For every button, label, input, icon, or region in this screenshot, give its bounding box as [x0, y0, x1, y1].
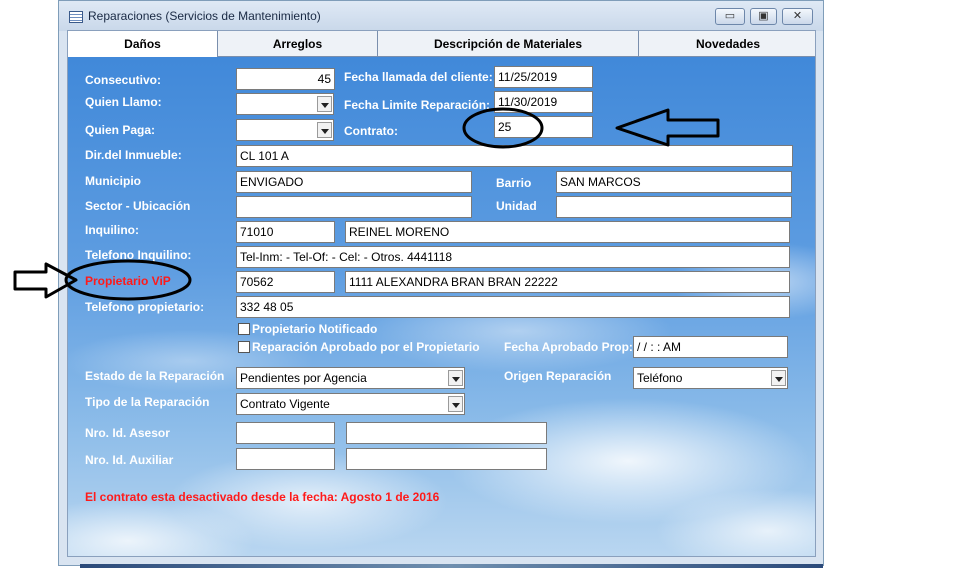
close-button[interactable]: ✕: [782, 8, 813, 25]
title-bar: Reparaciones (Servicios de Mantenimiento…: [59, 1, 823, 31]
chevron-down-icon[interactable]: [317, 122, 332, 138]
chevron-down-icon[interactable]: [771, 370, 786, 386]
contrato-field[interactable]: 25: [494, 116, 593, 138]
quien-paga-label: Quien Paga:: [85, 123, 156, 137]
telefono-inquilino-field[interactable]: Tel-Inm: - Tel-Of: - Cel: - Otros. 44411…: [236, 246, 790, 268]
minimize-button[interactable]: ▭: [715, 8, 745, 25]
tab-danos[interactable]: Daños: [68, 31, 218, 57]
origen-value: Teléfono: [637, 371, 683, 385]
tab-descripcion-materiales[interactable]: Descripción de Materiales: [378, 31, 639, 57]
auxiliar-label: Nro. Id. Auxiliar: [85, 453, 174, 467]
propietario-vip-label: Propietario ViP: [85, 274, 171, 288]
direccion-field[interactable]: CL 101 A: [236, 145, 793, 167]
municipio-label: Municipio: [85, 174, 141, 188]
unidad-field[interactable]: [556, 196, 792, 218]
reparacion-aprobada-label: Reparación Aprobado por el Propietario: [252, 340, 480, 354]
fecha-limite-label: Fecha Limite Reparación:: [344, 98, 491, 112]
inquilino-id-field[interactable]: 71010: [236, 221, 335, 243]
fecha-aprobado-label: Fecha Aprobado Prop:: [504, 340, 633, 354]
telefono-inquilino-label: Telefono Inquilino:: [85, 248, 192, 262]
inquilino-name-field[interactable]: REINEL MORENO: [345, 221, 790, 243]
barrio-field[interactable]: SAN MARCOS: [556, 171, 792, 193]
tipo-select[interactable]: Contrato Vigente: [236, 393, 465, 415]
quien-llamo-select[interactable]: [236, 93, 334, 115]
maximize-button[interactable]: ▣: [750, 8, 777, 25]
tab-arreglos[interactable]: Arreglos: [218, 31, 378, 57]
telefono-propietario-label: Telefono propietario:: [85, 300, 205, 314]
tipo-value: Contrato Vigente: [240, 397, 330, 411]
fecha-aprobado-field[interactable]: / / : : AM: [633, 336, 788, 358]
tab-novedades[interactable]: Novedades: [639, 31, 815, 57]
auxiliar-id-field[interactable]: [236, 448, 335, 470]
inquilino-label: Inquilino:: [85, 223, 139, 237]
chevron-down-icon[interactable]: [317, 96, 332, 112]
sector-field[interactable]: [236, 196, 472, 218]
sector-label: Sector - Ubicación: [85, 199, 191, 213]
unidad-label: Unidad: [496, 199, 537, 213]
propietario-notificado-checkbox[interactable]: [238, 323, 250, 335]
origen-select[interactable]: Teléfono: [633, 367, 788, 389]
taskbar-strip: [80, 564, 823, 568]
propietario-name-field[interactable]: 1111 ALEXANDRA BRAN BRAN 22222: [345, 271, 790, 293]
estado-value: Pendientes por Agencia: [240, 371, 367, 385]
consecutivo-field[interactable]: 45: [236, 68, 335, 90]
asesor-name-field[interactable]: [346, 422, 547, 444]
reparacion-aprobada-checkbox[interactable]: [238, 341, 250, 353]
form-panel: Daños Arreglos Descripción de Materiales…: [67, 30, 816, 557]
fecha-llamada-label: Fecha llamada del cliente:: [344, 70, 493, 84]
consecutivo-label: Consecutivo:: [85, 73, 162, 87]
chevron-down-icon[interactable]: [448, 370, 463, 386]
fecha-llamada-field[interactable]: 11/25/2019: [494, 66, 593, 88]
tipo-label: Tipo de la Reparación: [85, 395, 210, 409]
quien-paga-select[interactable]: [236, 119, 334, 141]
telefono-propietario-field[interactable]: 332 48 05: [236, 296, 790, 318]
origen-label: Origen Reparación: [504, 369, 612, 383]
barrio-label: Barrio: [496, 176, 532, 190]
estado-label: Estado de la Reparación: [85, 369, 225, 383]
auxiliar-name-field[interactable]: [346, 448, 547, 470]
propietario-notificado-label: Propietario Notificado: [252, 322, 378, 336]
minimize-icon: ▭: [724, 10, 736, 22]
propietario-id-field[interactable]: 70562: [236, 271, 335, 293]
municipio-field[interactable]: ENVIGADO: [236, 171, 472, 193]
window-title: Reparaciones (Servicios de Mantenimiento…: [88, 9, 321, 23]
repair-window: Reparaciones (Servicios de Mantenimiento…: [58, 0, 824, 566]
fecha-limite-field[interactable]: 11/30/2019: [494, 91, 593, 113]
quien-llamo-label: Quien Llamo:: [85, 95, 162, 109]
chevron-down-icon[interactable]: [448, 396, 463, 412]
contrato-label: Contrato:: [344, 124, 398, 138]
asesor-label: Nro. Id. Asesor: [85, 426, 170, 440]
contract-inactive-message: El contrato esta desactivado desde la fe…: [85, 490, 440, 504]
direccion-label: Dir.del Inmueble:: [85, 148, 182, 162]
asesor-id-field[interactable]: [236, 422, 335, 444]
app-table-icon: [69, 11, 83, 23]
close-icon: ✕: [792, 10, 803, 22]
maximize-icon: ▣: [758, 10, 769, 22]
estado-select[interactable]: Pendientes por Agencia: [236, 367, 465, 389]
